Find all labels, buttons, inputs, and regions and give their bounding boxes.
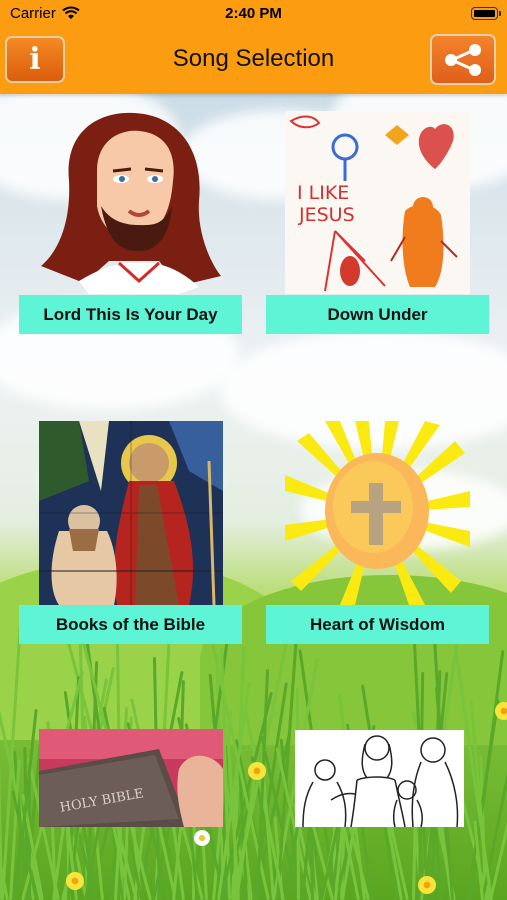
- status-bar: Carrier 2:40 PM: [0, 0, 507, 28]
- drawing-text-line2: JESUS: [298, 204, 355, 226]
- sun-with-cross: [285, 421, 470, 605]
- song-image-books-of-the-bible[interactable]: [39, 421, 223, 605]
- song-image-jesus-with-children[interactable]: [295, 730, 464, 827]
- stained-glass-baptism: [39, 421, 223, 605]
- song-button-down-under[interactable]: Down Under: [266, 295, 489, 334]
- child-drawing-i-like-jesus: I LIKE JESUS: [289, 115, 458, 292]
- status-time: 2:40 PM: [225, 5, 282, 22]
- song-image-down-under[interactable]: I LIKE JESUS: [285, 111, 470, 294]
- jesus-portrait-illustration: [41, 112, 221, 294]
- flower-decoration: [66, 872, 84, 890]
- song-button-books-of-the-bible[interactable]: Books of the Bible: [19, 605, 242, 644]
- flower-decoration: [194, 830, 210, 846]
- flower-decoration: [495, 702, 507, 720]
- jesus-with-children-line-art: [302, 735, 459, 827]
- holy-bible-book: HOLY BIBLE: [39, 729, 223, 827]
- share-button[interactable]: [430, 34, 496, 85]
- share-icon: [445, 43, 481, 76]
- drawing-text-line1: I LIKE: [297, 182, 349, 204]
- navigation-bar: i Song Selection: [0, 28, 507, 94]
- song-image-lord-this-is-your-day[interactable]: [39, 111, 223, 294]
- flower-decoration: [248, 762, 266, 780]
- song-image-holy-bible[interactable]: HOLY BIBLE: [39, 729, 223, 827]
- song-button-lord-this-is-your-day[interactable]: Lord This Is Your Day: [19, 295, 242, 334]
- flower-decoration: [418, 876, 436, 894]
- song-button-heart-of-wisdom[interactable]: Heart of Wisdom: [266, 605, 489, 644]
- battery-icon: [471, 7, 501, 20]
- song-image-heart-of-wisdom[interactable]: [285, 421, 470, 605]
